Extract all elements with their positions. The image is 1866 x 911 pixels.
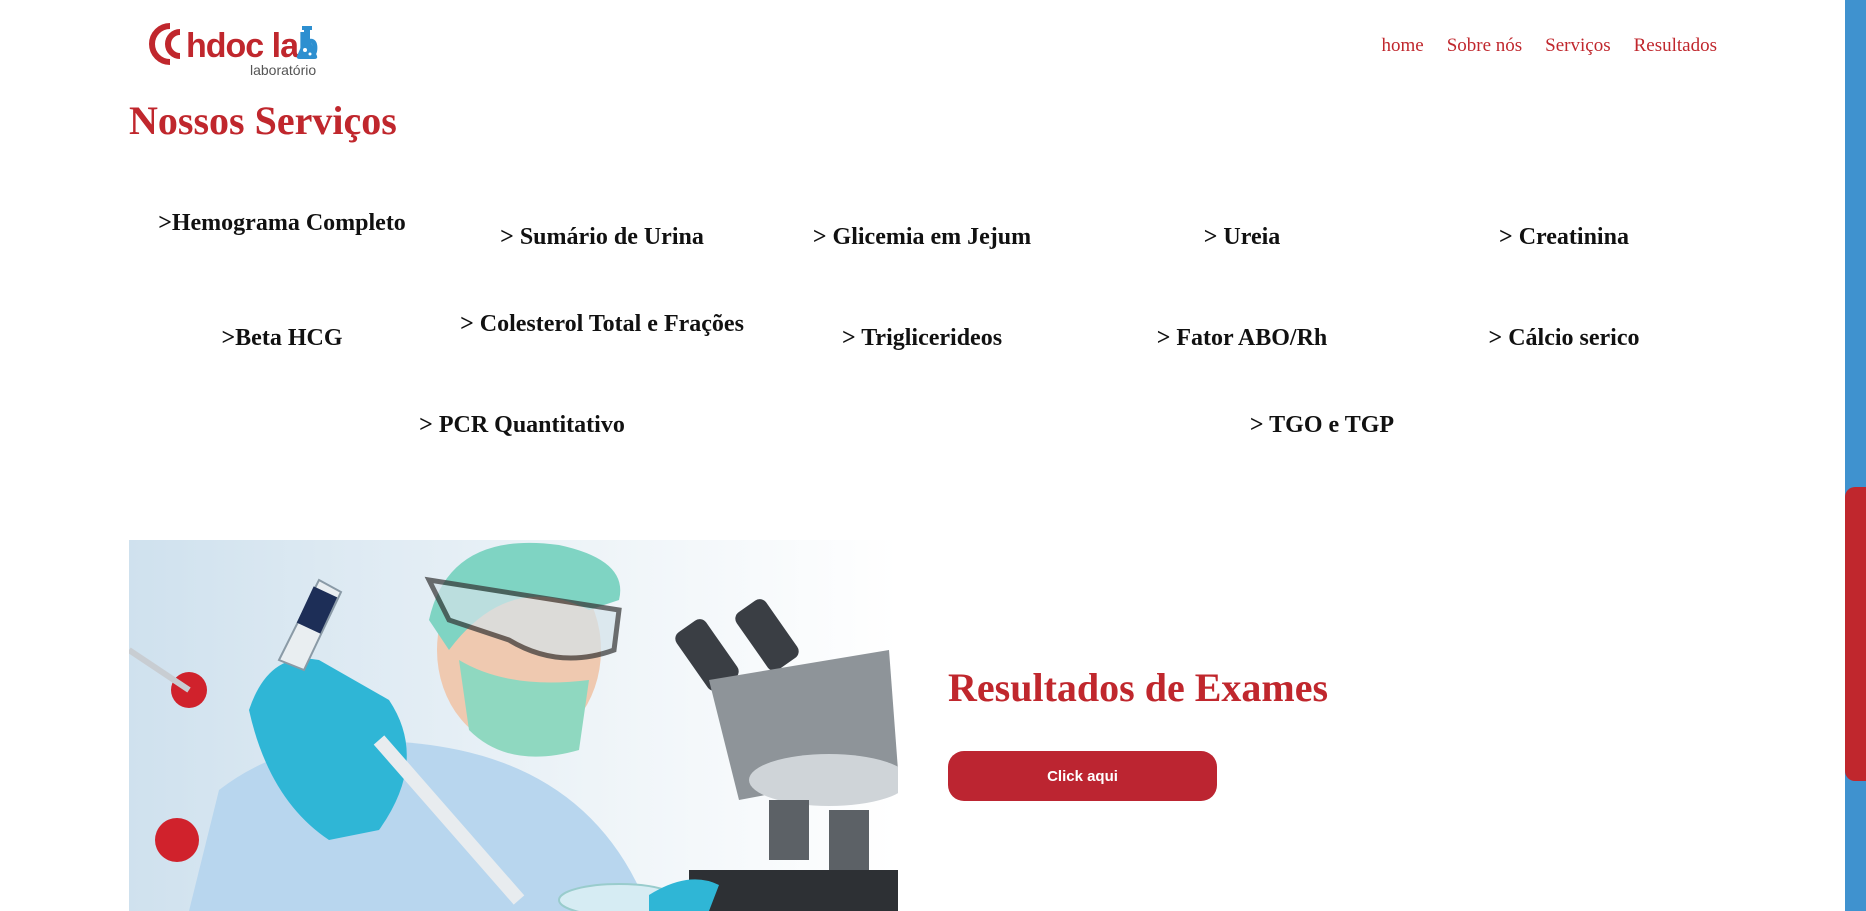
scrollbar-thumb[interactable] [1845,487,1866,781]
lab-technician-image [129,540,898,911]
logo-tagline: laboratório [250,62,317,78]
brand-logo[interactable]: hdoc lab laboratório [146,18,326,82]
service-item: >Beta HCG [221,325,343,351]
service-item: > TGO e TGP [1249,412,1395,438]
lab-photo-illustration [129,540,898,911]
main-nav: home Sobre nós Serviços Resultados [1381,34,1717,58]
nav-sobre-nos[interactable]: Sobre nós [1447,34,1522,58]
flask-icon [296,26,318,59]
service-item: > Cálcio serico [1488,325,1640,351]
service-item: > Sumário de Urina [500,224,704,250]
nav-resultados[interactable]: Resultados [1634,34,1717,58]
nav-servicos[interactable]: Serviços [1545,34,1610,58]
service-item: >Hemograma Completo [158,210,406,236]
results-title: Resultados de Exames [948,665,1329,710]
service-item: > Creatinina [1499,224,1629,250]
service-item: > Triglicerideos [841,325,1003,351]
service-item: > Glicemia em Jejum [812,224,1032,250]
services-title: Nossos Serviços [129,98,397,143]
nav-home[interactable]: home [1381,34,1423,58]
page: hdoc lab laboratório home Sobre nós Serv… [0,0,1845,911]
results-click-button[interactable]: Click aqui [948,751,1217,801]
service-item: > PCR Quantitativo [419,412,625,438]
service-item: > Colesterol Total e Frações [460,311,744,337]
service-item: > Ureia [1203,224,1281,250]
service-item: > Fator ABO/Rh [1156,325,1328,351]
